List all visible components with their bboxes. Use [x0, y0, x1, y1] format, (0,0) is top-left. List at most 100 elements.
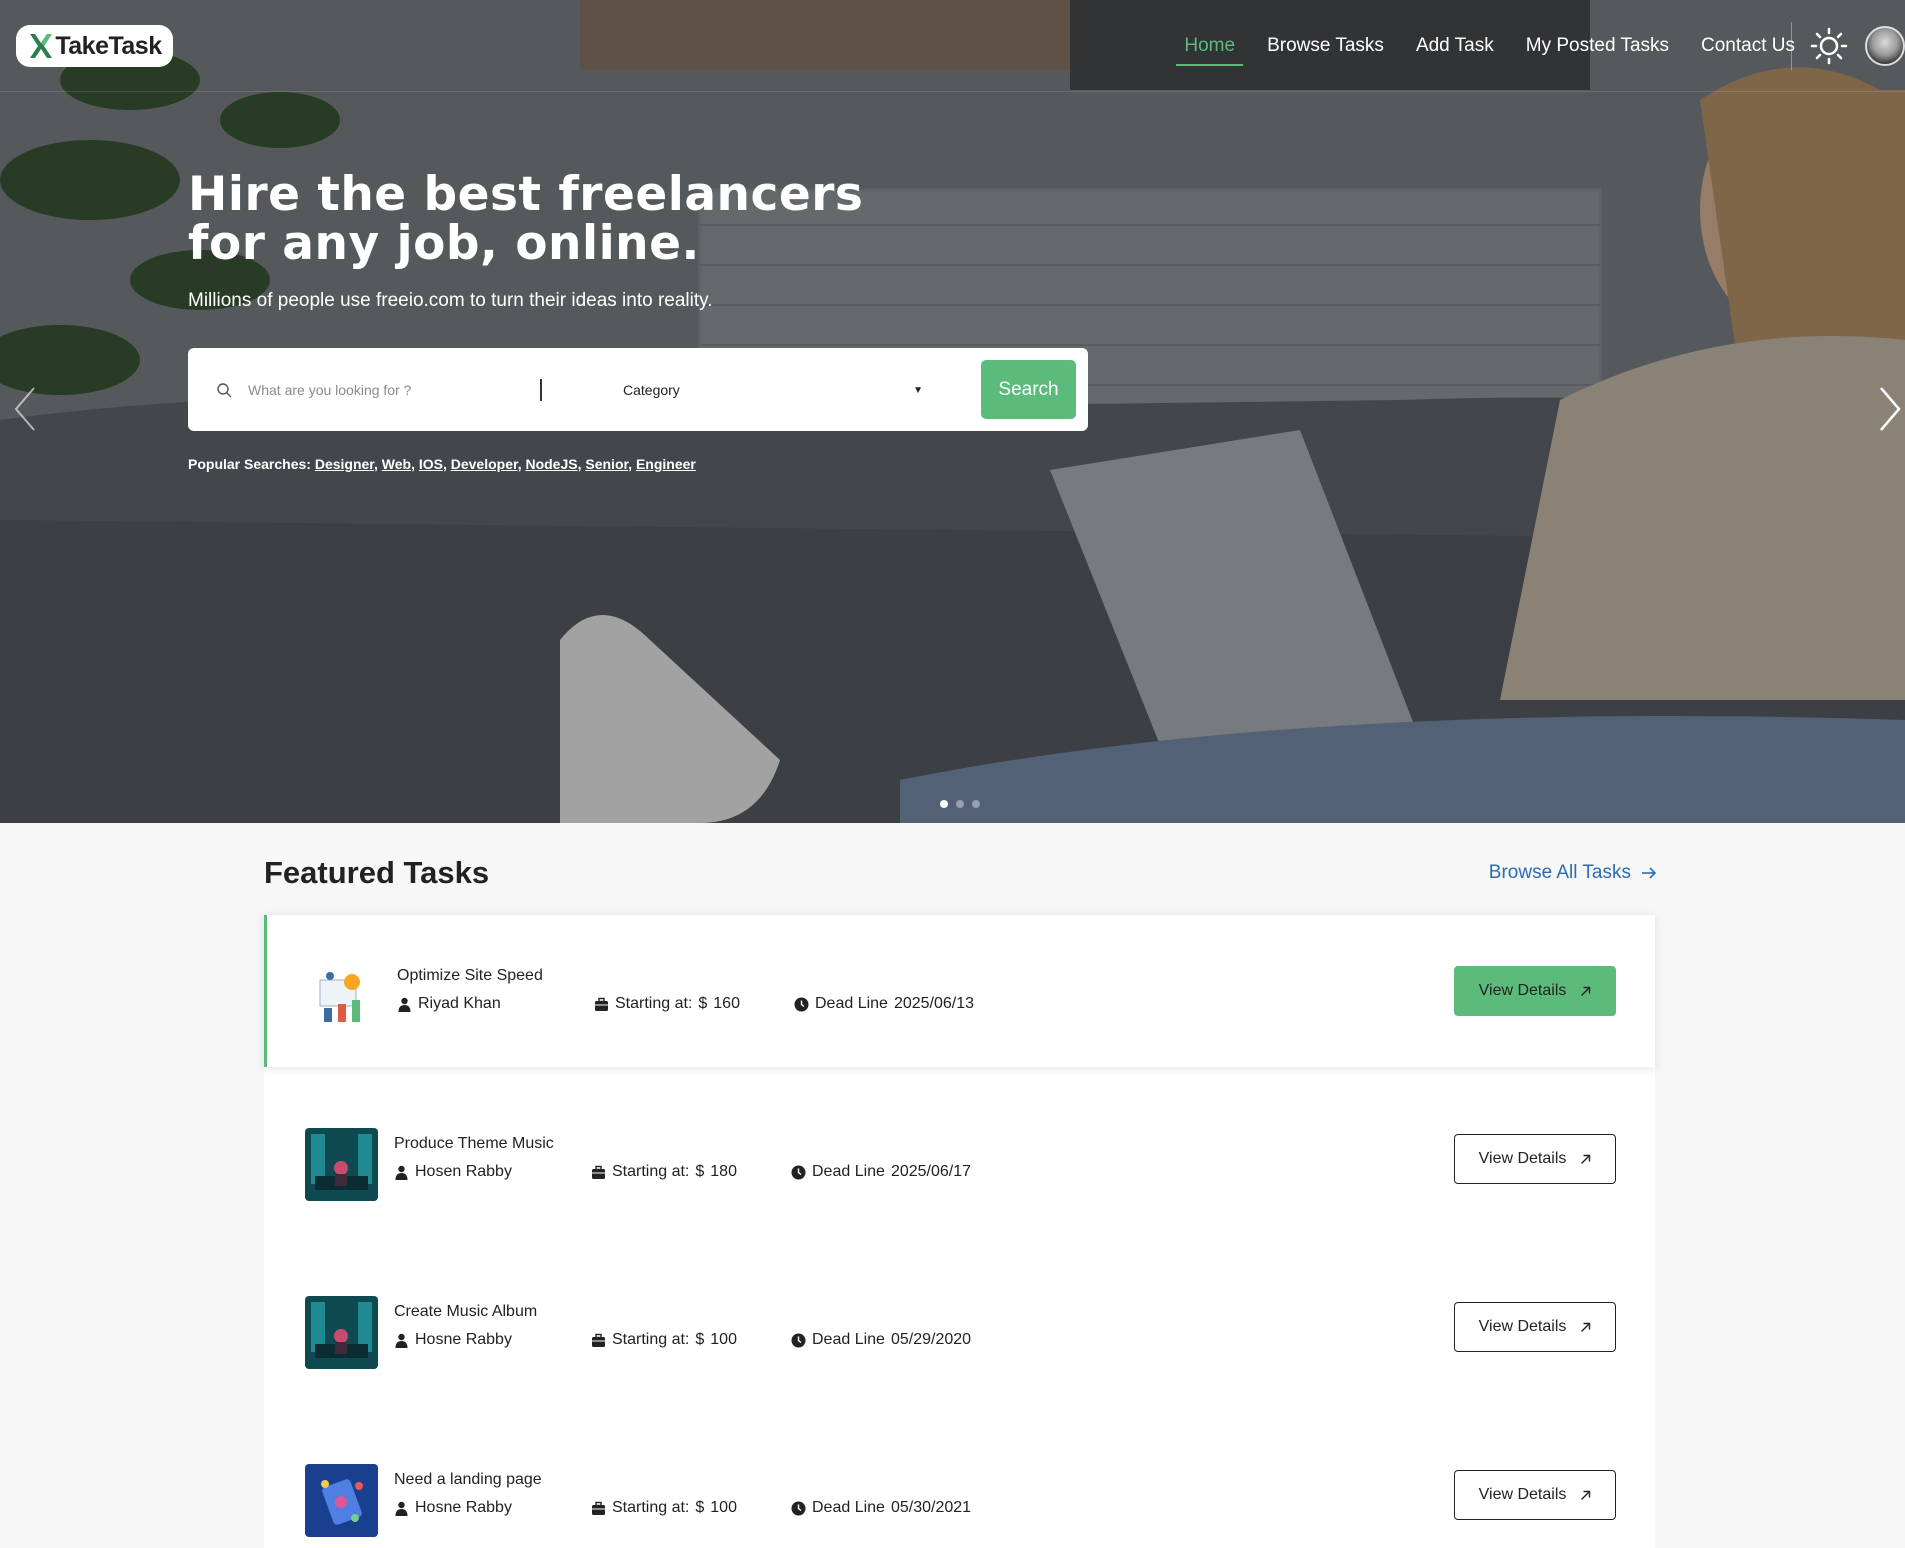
task-title[interactable]: Need a landing page: [394, 1471, 542, 1489]
search-box: Category ▼ Search: [188, 348, 1088, 431]
task-price: Starting at: $ 100: [591, 1499, 737, 1517]
browse-all-tasks-link[interactable]: Browse All Tasks: [1489, 862, 1657, 884]
search-icon: [217, 383, 232, 398]
hero-subline: Millions of people use freeio.com to tur…: [188, 290, 713, 311]
task-price-value: 100: [710, 1331, 737, 1348]
task-thumbnail: [305, 1464, 378, 1537]
arrow-up-right-icon: [1581, 1154, 1591, 1164]
task-deadline-value: 05/29/2020: [890, 1331, 972, 1348]
popular-searches-label: Popular Searches:: [188, 456, 311, 472]
task-title[interactable]: Create Music Album: [394, 1303, 537, 1321]
task-deadline: Dead Line 2025/06/17: [791, 1163, 971, 1181]
popular-term-engineer[interactable]: Engineer: [636, 456, 696, 472]
nav-divider: [1791, 22, 1792, 70]
carousel-dots: [940, 800, 980, 808]
task-deadline-label: Dead Line: [812, 1499, 885, 1516]
task-deadline: Dead Line 05/30/2021: [791, 1499, 971, 1517]
featured-title: Featured Tasks: [264, 855, 490, 890]
task-thumbnail: [305, 1296, 378, 1369]
nav-add-task[interactable]: Add Task: [1416, 0, 1494, 92]
clock-icon: [791, 1165, 806, 1179]
task-card: Create Music Album Hosne Rabby Starting …: [264, 1251, 1655, 1403]
task-price: Starting at: $ 100: [591, 1331, 737, 1349]
task-author-name: Hosne Rabby: [415, 1499, 512, 1516]
task-price-value: 160: [713, 995, 740, 1012]
task-deadline-label: Dead Line: [815, 995, 888, 1012]
user-icon: [395, 1165, 408, 1180]
top-navbar: TakeTask Home Browse Tasks Add Task My P…: [0, 0, 1905, 92]
task-price-value: 180: [710, 1163, 737, 1180]
arrow-up-right-icon: [1581, 1322, 1591, 1332]
carousel-dot-1[interactable]: [940, 800, 948, 808]
view-details-button[interactable]: View Details: [1454, 1302, 1616, 1352]
chevron-down-icon: ▼: [913, 384, 923, 396]
arrow-right-icon: [1642, 867, 1657, 879]
task-price-label: Starting at:: [615, 995, 693, 1012]
brand-logo[interactable]: TakeTask: [16, 25, 173, 67]
task-deadline-value: 05/30/2021: [890, 1499, 972, 1516]
task-author: Hosen Rabby: [394, 1163, 512, 1181]
popular-term-developer[interactable]: Developer: [451, 456, 518, 472]
user-icon: [395, 1333, 408, 1348]
nav-browse-tasks[interactable]: Browse Tasks: [1267, 0, 1384, 92]
task-thumbnail: [308, 960, 381, 1033]
category-select-value: Category: [623, 382, 680, 398]
hero-section: TakeTask Home Browse Tasks Add Task My P…: [0, 0, 1905, 823]
view-details-button[interactable]: View Details: [1454, 1134, 1616, 1184]
view-details-button[interactable]: View Details: [1454, 1470, 1616, 1520]
nav-my-posted-tasks[interactable]: My Posted Tasks: [1526, 0, 1669, 92]
category-select[interactable]: Category ▼: [623, 376, 923, 404]
carousel-prev-icon[interactable]: [10, 384, 40, 434]
arrow-up-right-icon: [1581, 1490, 1591, 1500]
task-price-label: Starting at:: [612, 1499, 690, 1516]
task-title[interactable]: Produce Theme Music: [394, 1135, 554, 1153]
carousel-next-icon[interactable]: [1875, 384, 1905, 434]
task-deadline-label: Dead Line: [812, 1163, 885, 1180]
clock-icon: [791, 1333, 806, 1347]
task-price-label: Starting at:: [612, 1331, 690, 1348]
user-icon: [395, 1501, 408, 1516]
task-price-currency: $: [695, 1499, 705, 1516]
task-deadline-value: 2025/06/13: [893, 995, 975, 1012]
task-deadline-label: Dead Line: [812, 1331, 885, 1348]
task-price-label: Starting at:: [612, 1163, 690, 1180]
popular-term-web[interactable]: Web: [382, 456, 411, 472]
carousel-dot-2[interactable]: [956, 800, 964, 808]
briefcase-icon: [592, 1501, 605, 1515]
view-details-label: View Details: [1478, 982, 1567, 999]
briefcase-icon: [592, 1165, 605, 1179]
task-deadline: Dead Line 05/29/2020: [791, 1331, 971, 1349]
view-details-button[interactable]: View Details: [1454, 966, 1616, 1016]
search-divider: [540, 379, 542, 401]
task-author-name: Hosen Rabby: [415, 1163, 512, 1180]
carousel-dot-3[interactable]: [972, 800, 980, 808]
view-details-label: View Details: [1478, 1318, 1567, 1335]
task-price: Starting at: $ 180: [591, 1163, 737, 1181]
brand-name: TakeTask: [55, 31, 162, 60]
task-author-name: Riyad Khan: [418, 995, 501, 1012]
nav-contact-us[interactable]: Contact Us: [1701, 0, 1795, 92]
search-button[interactable]: Search: [981, 360, 1076, 419]
task-price-currency: $: [698, 995, 708, 1012]
popular-term-senior[interactable]: Senior: [585, 456, 628, 472]
task-thumbnail: [305, 1128, 378, 1201]
browse-all-label: Browse All Tasks: [1488, 862, 1631, 883]
popular-searches: Popular Searches: Designer, Web, IOS, De…: [188, 456, 696, 472]
briefcase-icon: [592, 1333, 605, 1347]
logo-x-icon: [30, 34, 53, 58]
user-avatar[interactable]: [1865, 26, 1905, 66]
task-price-currency: $: [695, 1163, 705, 1180]
task-card: Need a landing page Hosne Rabby Starting…: [264, 1419, 1655, 1548]
task-price-value: 100: [710, 1499, 737, 1516]
nav-home[interactable]: Home: [1176, 0, 1243, 92]
task-card: Produce Theme Music Hosen Rabby Starting…: [264, 1083, 1655, 1235]
search-input[interactable]: [248, 372, 528, 408]
task-title[interactable]: Optimize Site Speed: [397, 967, 543, 985]
user-icon: [398, 997, 411, 1012]
popular-term-nodejs[interactable]: NodeJS: [525, 456, 577, 472]
sun-icon[interactable]: [1810, 27, 1848, 65]
hero-headline: Hire the best freelancers for any job, o…: [188, 167, 864, 271]
task-price-currency: $: [695, 1331, 705, 1348]
popular-term-designer[interactable]: Designer: [315, 456, 374, 472]
popular-term-ios[interactable]: IOS: [419, 456, 443, 472]
